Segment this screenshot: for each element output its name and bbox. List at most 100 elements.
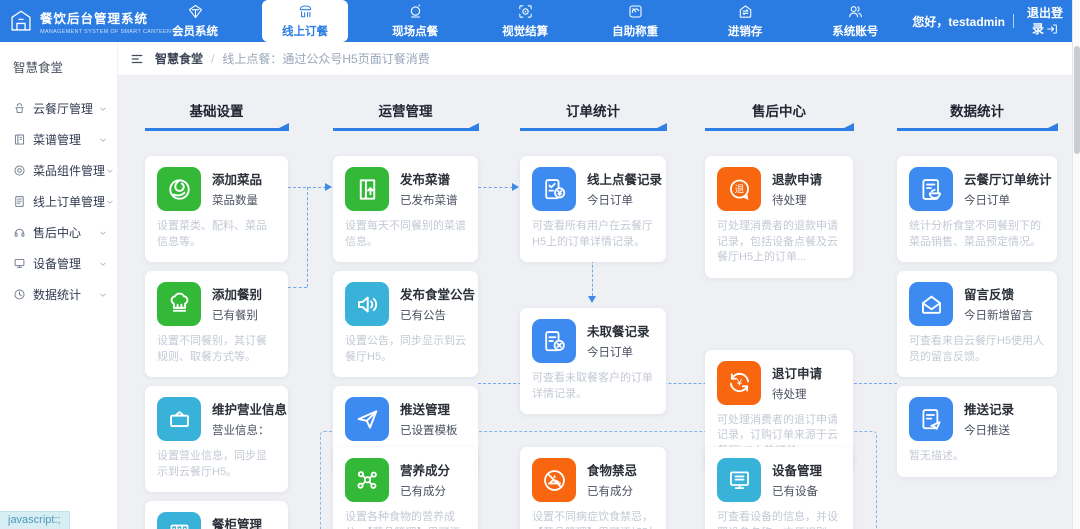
food-taboo-icon bbox=[541, 467, 568, 494]
membership-icon bbox=[187, 3, 204, 20]
sidebar-title: 智慧食堂 bbox=[13, 61, 64, 75]
card-description: 设置营业信息，同步显示到云餐厅H5。 bbox=[157, 450, 267, 478]
card-title: 食物禁忌 bbox=[587, 464, 638, 478]
board-column: 订单统计 线上点餐记录 今日订单 可查看所有用户在云餐厅H5上的订单详情记录。 未取餐记… bbox=[520, 100, 667, 414]
card-icon-tile bbox=[157, 282, 201, 326]
card-subtitle: 待处理 bbox=[772, 388, 807, 401]
sidebar-item[interactable]: 售后中心 bbox=[0, 217, 117, 248]
card-subtitle: 营业信息： bbox=[212, 425, 270, 437]
nav-tab[interactable]: 系统账号 bbox=[812, 0, 898, 42]
feature-card[interactable]: 云餐厅订单统计 今日订单 统计分析食堂不同餐别下的菜品销售、菜品预定情况。 bbox=[897, 156, 1057, 262]
chevron-down-icon bbox=[98, 104, 108, 114]
sidebar-item[interactable]: 设备管理 bbox=[0, 248, 117, 279]
vision-checkout-icon bbox=[517, 3, 534, 20]
menu-book-icon bbox=[13, 133, 26, 146]
card-icon-tile bbox=[532, 167, 576, 211]
feature-card[interactable]: 添加餐别 已有餐别 设置不同餐别，其订餐规则、取餐方式等。 bbox=[145, 271, 288, 377]
breadcrumb-current: 线上点餐：通过公众号H5页面订餐消费 bbox=[222, 52, 430, 66]
card-description: 可查看未取餐客户的订单详情记录。 bbox=[532, 372, 653, 400]
brand-logo: 餐饮后台管理系统 MANAGEMENT SYSTEM OF SMART CANT… bbox=[0, 0, 171, 42]
top-header: 餐饮后台管理系统 MANAGEMENT SYSTEM OF SMART CANT… bbox=[0, 0, 1080, 42]
nutrition-icon bbox=[354, 467, 381, 494]
feature-card[interactable]: 未取餐记录 今日订单 可查看未取餐客户的订单详情记录。 bbox=[520, 308, 666, 414]
card-title: 营养成分 bbox=[400, 464, 451, 478]
card-subtitle: 今日推送 bbox=[964, 425, 1010, 437]
page-scrollbar[interactable] bbox=[1072, 0, 1080, 529]
card-description: 可查看所有用户在云餐厅H5上的订单详情记录。 bbox=[532, 220, 653, 248]
card-icon-tile: ¥ bbox=[717, 360, 761, 405]
feature-card[interactable]: 线上点餐记录 今日订单 可查看所有用户在云餐厅H5上的订单详情记录。 bbox=[520, 156, 666, 262]
feature-card[interactable]: 退 退款申请 待处理 可处理消费者的退款申请记录，包括设备点餐及云餐厅H5上的订单..… bbox=[705, 156, 853, 278]
nav-tab-label: 进销存 bbox=[727, 26, 763, 38]
breadcrumb-separator: / bbox=[211, 51, 215, 66]
connector-arrow bbox=[325, 183, 332, 191]
chevron-down-icon bbox=[98, 135, 108, 145]
sidebar-item[interactable]: 数据统计 bbox=[0, 279, 117, 310]
card-icon-tile bbox=[157, 512, 201, 529]
sidebar-item[interactable]: 菜品组件管理 bbox=[0, 155, 117, 186]
chevron-down-icon bbox=[105, 166, 115, 176]
dish-icon bbox=[166, 176, 193, 203]
breadcrumb-root[interactable]: 智慧食堂 bbox=[155, 50, 203, 67]
onsite-order-icon bbox=[407, 3, 424, 20]
nav-tab[interactable]: 自助称重 bbox=[592, 0, 678, 42]
feature-card[interactable]: 设备管理已有设备可查看设备的信息，并设置设备名称，方便识别。 bbox=[705, 447, 853, 529]
card-subtitle: 已有设备 bbox=[772, 486, 818, 498]
dish-component-icon bbox=[13, 164, 26, 177]
nav-tab[interactable]: 进销存 bbox=[702, 0, 788, 42]
card-description: 设置每天不同餐别的菜谱信息。 bbox=[345, 220, 466, 248]
card-title: 留言反馈 bbox=[964, 288, 1015, 302]
card-description: 设置各种食物的营养成分，【菜品管理】里可添加对应的食物及分... bbox=[345, 511, 461, 529]
card-title: 未取餐记录 bbox=[587, 325, 650, 339]
card-description: 设置菜类、配料、菜品信息等。 bbox=[157, 220, 267, 248]
card-title: 推送记录 bbox=[964, 403, 1015, 417]
chevron-down-icon bbox=[98, 259, 108, 269]
account-icon bbox=[847, 3, 864, 20]
sidebar-item-label: 云餐厅管理 bbox=[33, 102, 94, 116]
nav-tab[interactable]: 现场点餐 bbox=[372, 0, 458, 42]
board-column: 基础设置 添加菜品 菜品数量 设置菜类、配料、菜品信息等。 添加餐别 已有餐别 设置不同餐别… bbox=[145, 100, 289, 529]
card-subtitle: 已有公告 bbox=[400, 310, 446, 322]
connector-line bbox=[288, 287, 307, 288]
logout-button[interactable]: 退出登录 bbox=[1022, 5, 1068, 37]
push-record-icon bbox=[918, 406, 945, 433]
card-icon-tile bbox=[157, 167, 201, 211]
statistics-icon bbox=[13, 288, 26, 301]
order-stats-icon bbox=[918, 176, 945, 203]
column-arrow bbox=[333, 123, 479, 131]
card-icon-tile bbox=[909, 167, 953, 211]
sidebar-item-label: 售后中心 bbox=[33, 226, 82, 240]
sidebar-item[interactable]: 云餐厅管理 bbox=[0, 93, 117, 124]
feature-card[interactable]: 食物禁忌已有成分设置不同病症饮食禁忌，【菜品管理】里可添加对应的。 bbox=[520, 447, 666, 529]
collapse-menu-icon[interactable] bbox=[130, 52, 144, 66]
card-title: 推送管理 bbox=[400, 403, 451, 417]
signboard-icon bbox=[166, 406, 193, 433]
feature-card[interactable]: 餐柜管理已有餐柜暂无描述... bbox=[145, 501, 288, 529]
board-column: 售后中心退退款申请 待处理 可处理消费者的退款申请记录，包括设备点餐及云餐厅H5上的… bbox=[705, 100, 854, 471]
nav-tab[interactable]: 线上订餐 bbox=[262, 0, 349, 42]
column-arrow bbox=[520, 123, 667, 131]
column-arrow bbox=[705, 123, 854, 131]
feature-card[interactable]: 添加菜品 菜品数量 设置菜类、配料、菜品信息等。 bbox=[145, 156, 288, 262]
feature-card[interactable]: 营养成分已有成分设置各种食物的营养成分，【菜品管理】里可添加对应的食物及分... bbox=[333, 447, 478, 529]
card-icon-tile bbox=[532, 319, 576, 363]
feature-card[interactable]: 维护营业信息 营业信息： 设置营业信息，同步显示到云餐厅H5。 bbox=[145, 386, 288, 492]
connector-line bbox=[478, 187, 513, 188]
card-subtitle: 今日新增留言 bbox=[964, 310, 1033, 322]
sidebar-item[interactable]: 菜谱管理 bbox=[0, 124, 117, 155]
feature-card[interactable]: 推送记录今日推送暂无描述。 bbox=[897, 386, 1057, 477]
chevron-down-icon bbox=[105, 197, 115, 207]
scrollbar-thumb[interactable] bbox=[1074, 46, 1080, 154]
feature-card[interactable]: 留言反馈 今日新增留言 可查看来自云餐厅H5使用人员的留言反馈。 bbox=[897, 271, 1057, 377]
nav-tab[interactable]: 视觉结算 bbox=[482, 0, 568, 42]
cloud-restaurant-icon bbox=[13, 102, 26, 115]
card-description: 暂无描述。 bbox=[909, 450, 964, 462]
breadcrumb-bar: 智慧食堂 / 线上点餐：通过公众号H5页面订餐消费 bbox=[118, 42, 1072, 76]
feature-card[interactable]: 发布食堂公告 已有公告 设置公告，同步显示到云餐厅H5。 bbox=[333, 271, 478, 377]
feature-card[interactable]: 发布菜谱 已发布菜谱 设置每天不同餐别的菜谱信息。 bbox=[333, 156, 478, 262]
publish-menu-icon bbox=[354, 176, 381, 203]
nav-tab[interactable]: 会员系统 bbox=[152, 0, 238, 42]
card-subtitle: 已设置模板 bbox=[400, 425, 458, 437]
sidebar-item[interactable]: 线上订单管理 bbox=[0, 186, 117, 217]
device-icon bbox=[13, 257, 26, 270]
